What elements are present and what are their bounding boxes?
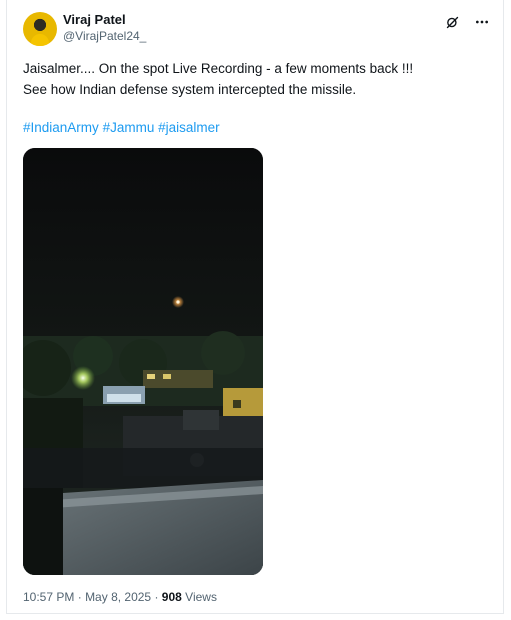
tweet-date[interactable]: May 8, 2025: [85, 590, 151, 604]
views-label: Views: [185, 590, 217, 604]
author-info: Viraj Patel @VirajPatel24_: [63, 12, 146, 45]
grok-icon[interactable]: [443, 13, 461, 31]
hashtag-row: #IndianArmy #Jammu #jaisalmer: [23, 117, 220, 138]
avatar[interactable]: [23, 12, 57, 46]
video-frame: [23, 148, 263, 575]
more-icon[interactable]: [473, 13, 491, 31]
views-count: 908: [161, 590, 182, 604]
author-handle[interactable]: @VirajPatel24_: [63, 28, 146, 45]
avatar-figure: [31, 34, 49, 46]
tweet-time[interactable]: 10:57 PM: [23, 590, 74, 604]
hashtag-jammu[interactable]: #Jammu: [103, 120, 155, 135]
video-player[interactable]: [23, 148, 263, 575]
author-display-name[interactable]: Viraj Patel: [63, 12, 146, 28]
tweet-text-line-1: Jaisalmer.... On the spot Live Recording…: [23, 61, 414, 76]
meta-separator-2: ·: [154, 590, 159, 604]
tweet-text-line-2: See how Indian defense system intercepte…: [23, 82, 357, 97]
hashtag-indianarmy[interactable]: #IndianArmy: [23, 120, 99, 135]
tweet-card[interactable]: Viraj Patel @VirajPatel24_ Jaisalmer....…: [6, 0, 504, 614]
tweet-meta: 10:57 PM · May 8, 2025 · 908 Views: [23, 589, 217, 605]
tweet-actions-top: [443, 13, 491, 31]
meta-separator: ·: [77, 590, 82, 604]
hashtag-jaisalmer[interactable]: #jaisalmer: [158, 120, 220, 135]
tweet-text: Jaisalmer.... On the spot Live Recording…: [23, 58, 483, 100]
